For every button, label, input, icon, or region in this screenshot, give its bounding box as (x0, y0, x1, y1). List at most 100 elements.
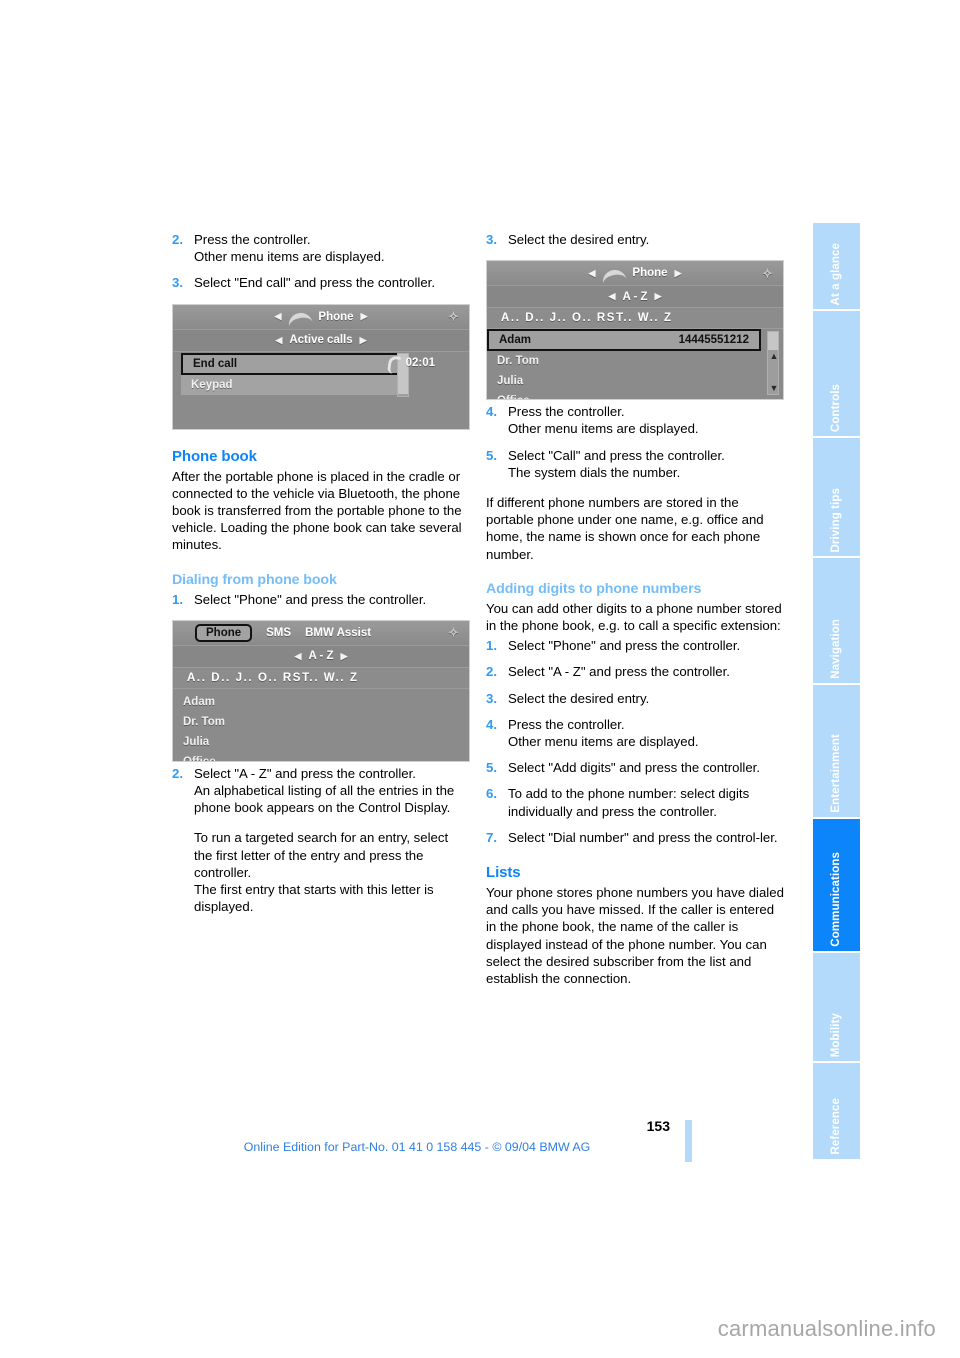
left-arrow-icon: ◀ (588, 267, 596, 278)
footer-edition-line: Online Edition for Part-No. 01 41 0 158 … (243, 1140, 591, 1154)
section-tab-rail: At a glance Controls Driving tips Naviga… (813, 223, 860, 1159)
list-item[interactable]: Julia (487, 371, 783, 391)
idrive-letter-row[interactable]: A.. D.. J.. O.. RST.. W.. Z (173, 667, 469, 689)
list-item: 2. Press the controller. Other menu item… (172, 231, 470, 265)
step-number: 2. (172, 232, 183, 247)
list-item[interactable]: Office (487, 391, 783, 399)
idrive-menu-list: End call Keypad (181, 352, 409, 424)
sidebar-tab-navigation[interactable]: Navigation (813, 558, 860, 685)
idrive-tab-bar: Phone SMS BMW Assist ✧ (173, 620, 469, 646)
heading-lists: Lists (486, 864, 521, 882)
sidebar-tab-label: Mobility (830, 1012, 842, 1057)
figure-code: BMW0185 (771, 341, 781, 389)
step-line: The system dials the number. (508, 464, 681, 480)
step-number: 6. (486, 786, 497, 802)
idrive-subheader: ◀ A - Z ▶ (173, 645, 469, 668)
list-item: 1. Select "Phone" and press the controll… (486, 637, 784, 654)
list-item: 5. Select "Call" and press the controlle… (486, 447, 784, 481)
call-timer-value: 02:01 (405, 357, 435, 370)
list-item[interactable]: Office (173, 752, 469, 761)
step-extra-paragraph: To run a targeted search for an entry, s… (194, 830, 449, 880)
sidebar-tab-label: At a glance (830, 242, 842, 305)
sidebar-tab-entertainment[interactable]: Entertainment (813, 685, 860, 819)
idrive-entry-name: Adam (499, 334, 531, 347)
list-item[interactable]: Dr. Tom (487, 351, 783, 371)
step-list-dialing-2: 2. Select "A - Z" and press the controll… (172, 765, 470, 916)
sidebar-tab-label: Navigation (830, 619, 842, 679)
list-item: 7. Select "Dial number" and press the co… (486, 829, 784, 846)
step-list-select-entry: 3. Select the desired entry. (486, 231, 784, 248)
idrive-header: ◀ Phone ▶ ✧ (173, 304, 469, 330)
list-item[interactable]: Adam (173, 692, 469, 712)
list-item[interactable]: Julia (173, 732, 469, 752)
step-number: 3. (486, 232, 497, 247)
paragraph-adding-digits-intro: You can add other digits to a phone numb… (486, 600, 782, 634)
sidebar-tab-reference[interactable]: Reference (813, 1063, 860, 1159)
step-line: Other menu items are displayed. (508, 421, 699, 437)
step-line: Press the controller. (508, 716, 625, 732)
idrive-entry-list: Adam 14445551212 Dr. Tom Julia Office ▲ … (487, 329, 783, 399)
sidebar-tab-communications[interactable]: Communications (813, 819, 860, 953)
step-line: Select "A - Z" and press the controller. (194, 765, 416, 781)
idrive-body: End call Keypad 02:01 (173, 351, 469, 426)
sidebar-tab-driving-tips[interactable]: Driving tips (813, 438, 860, 558)
idrive-entry-selected[interactable]: Adam 14445551212 (487, 329, 761, 352)
paragraph-phone-book: After the portable phone is placed in th… (172, 468, 462, 553)
step-list-call: 4. Press the controller. Other menu item… (486, 403, 784, 481)
step-list-adding-digits: 1. Select "Phone" and press the controll… (486, 637, 784, 846)
right-arrow-icon: ▶ (360, 311, 368, 322)
step-list-end-call: 2. Press the controller. Other menu item… (172, 231, 470, 292)
idrive-entry-name: Office (497, 391, 530, 399)
step-number: 3. (486, 690, 497, 706)
step-number: 2. (486, 664, 497, 680)
heading-phone-book: Phone book (172, 447, 257, 465)
idrive-entry-name: Julia (183, 735, 210, 748)
left-arrow-icon: ◀ (608, 291, 616, 302)
step-line: Press the controller. (508, 404, 625, 420)
list-item: 2. Select "A - Z" and press the controll… (486, 663, 784, 680)
idrive-header-title: Phone (318, 310, 354, 323)
idrive-entry-name: Dr. Tom (183, 715, 225, 728)
paragraph-multiple-numbers-note: If different phone numbers are stored in… (486, 495, 764, 562)
step-line: Other menu items are displayed. (508, 734, 699, 750)
right-arrow-icon: ▶ (359, 334, 367, 345)
sidebar-tab-label: Controls (830, 383, 842, 432)
idrive-tab-bmw-assist[interactable]: BMW Assist (305, 627, 371, 639)
left-arrow-icon: ◀ (274, 311, 282, 322)
step-number: 1. (486, 638, 497, 654)
list-item[interactable]: Dr. Tom (173, 712, 469, 732)
idrive-letter-row-label: A.. D.. J.. O.. RST.. W.. Z (187, 671, 359, 684)
sidebar-tab-label: Communications (830, 852, 842, 947)
idrive-menu-item-end-call[interactable]: End call (181, 352, 401, 375)
heading-adding-digits: Adding digits to phone numbers (486, 580, 702, 597)
handset-icon (602, 268, 626, 279)
call-timer: 02:01 (386, 356, 435, 371)
idrive-entry-name: Dr. Tom (497, 355, 539, 368)
idrive-tab-sms[interactable]: SMS (266, 627, 291, 639)
controller-pad-icon: ✧ (448, 625, 459, 641)
heading-dialing-from-phone-book: Dialing from phone book (172, 571, 337, 588)
step-line: Select "A - Z" and press the controller. (508, 664, 730, 680)
step-line: Press the controller. (194, 232, 311, 247)
right-arrow-icon: ▶ (340, 650, 348, 661)
controller-pad-icon: ✧ (448, 309, 459, 325)
step-number: 4. (486, 716, 497, 732)
idrive-tab-phone[interactable]: Phone (195, 623, 253, 642)
idrive-letter-row[interactable]: A.. D.. J.. O.. RST.. W.. Z (487, 308, 783, 330)
idrive-subheader-label: A - Z (308, 650, 334, 663)
right-arrow-icon: ▶ (654, 291, 662, 302)
step-number: 1. (172, 591, 183, 607)
list-item: 3. Select the desired entry. (486, 690, 784, 707)
list-item: 3. Select "End call" and press the contr… (172, 274, 470, 291)
idrive-header: ◀ Phone ▶ ✧ (487, 261, 783, 287)
sidebar-tab-controls[interactable]: Controls (813, 311, 860, 438)
figure-code: BMW0183 (457, 377, 467, 425)
sidebar-tab-mobility[interactable]: Mobility (813, 953, 860, 1063)
list-item: 3. Select the desired entry. (486, 231, 784, 248)
step-line: Other menu items are displayed. (194, 249, 385, 265)
idrive-menu-item-keypad[interactable]: Keypad (181, 374, 401, 395)
sidebar-tab-at-a-glance[interactable]: At a glance (813, 223, 860, 311)
idrive-screenshot-phone-book: Phone SMS BMW Assist ✧ ◀ A - Z ▶ A.. D..… (172, 619, 470, 762)
sidebar-tab-label: Entertainment (830, 734, 842, 813)
manual-page: At a glance Controls Driving tips Naviga… (0, 0, 960, 1358)
